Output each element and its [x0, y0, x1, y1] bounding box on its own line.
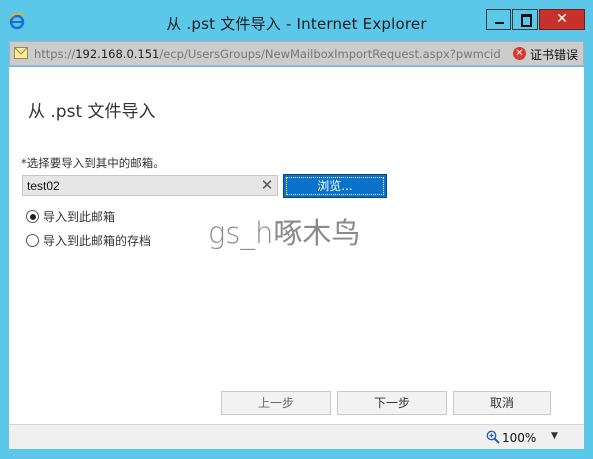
clear-icon[interactable]: ✕ — [259, 177, 275, 194]
maximize-button[interactable] — [512, 9, 538, 30]
radio-checked-icon[interactable] — [26, 210, 39, 223]
address-bar[interactable]: https://192.168.0.151/ecp/UsersGroups/Ne… — [9, 41, 584, 66]
zoom-icon[interactable] — [486, 430, 500, 444]
radio-unchecked-icon[interactable] — [26, 234, 39, 247]
back-button[interactable]: 上一步 — [221, 391, 331, 415]
watermark: gs_h啄木鸟 — [208, 216, 361, 250]
mailbox-label: *选择要导入到其中的邮箱。 — [21, 156, 165, 170]
radio-label-archive: 导入到此邮箱的存档 — [43, 234, 152, 248]
next-button[interactable]: 下一步 — [337, 391, 447, 415]
title-bar: 从 .pst 文件导入 - Internet Explorer ✕ — [0, 0, 593, 40]
radio-import-mailbox[interactable]: 导入到此邮箱 — [26, 208, 115, 224]
browse-button[interactable]: 浏览... — [283, 174, 387, 198]
zoom-level[interactable]: 100% — [502, 431, 536, 445]
url-prefix: https:// — [34, 47, 76, 61]
cancel-button[interactable]: 取消 — [453, 391, 551, 415]
page-title: 从 .pst 文件导入 — [28, 102, 156, 122]
url-host: 192.168.0.151 — [75, 47, 160, 61]
cert-error-label[interactable]: 证书错误 — [530, 46, 578, 63]
url-path: /ecp/UsersGroups/NewMailboxImportRequest… — [159, 47, 501, 61]
dialog-content: 从 .pst 文件导入 *选择要导入到其中的邮箱。 ✕ 浏览... 导入到此邮箱… — [9, 67, 584, 424]
status-bar: 100% ▼ — [9, 424, 584, 449]
radio-label-mailbox: 导入到此邮箱 — [43, 210, 116, 224]
minimize-icon — [495, 22, 504, 24]
minimize-button[interactable] — [486, 9, 511, 30]
ie-window: 从 .pst 文件导入 - Internet Explorer ✕ https:… — [0, 0, 593, 459]
dropdown-caret-icon[interactable]: ▼ — [551, 431, 558, 441]
maximize-icon — [521, 14, 532, 27]
radio-import-archive[interactable]: 导入到此邮箱的存档 — [26, 232, 151, 248]
mailbox-input[interactable] — [22, 175, 278, 196]
url-text[interactable]: https://192.168.0.151/ecp/UsersGroups/Ne… — [34, 47, 512, 61]
page-icon — [14, 47, 28, 59]
cert-error-icon[interactable]: ✕ — [513, 47, 526, 60]
close-icon: ✕ — [556, 11, 568, 27]
close-button[interactable]: ✕ — [539, 9, 585, 30]
